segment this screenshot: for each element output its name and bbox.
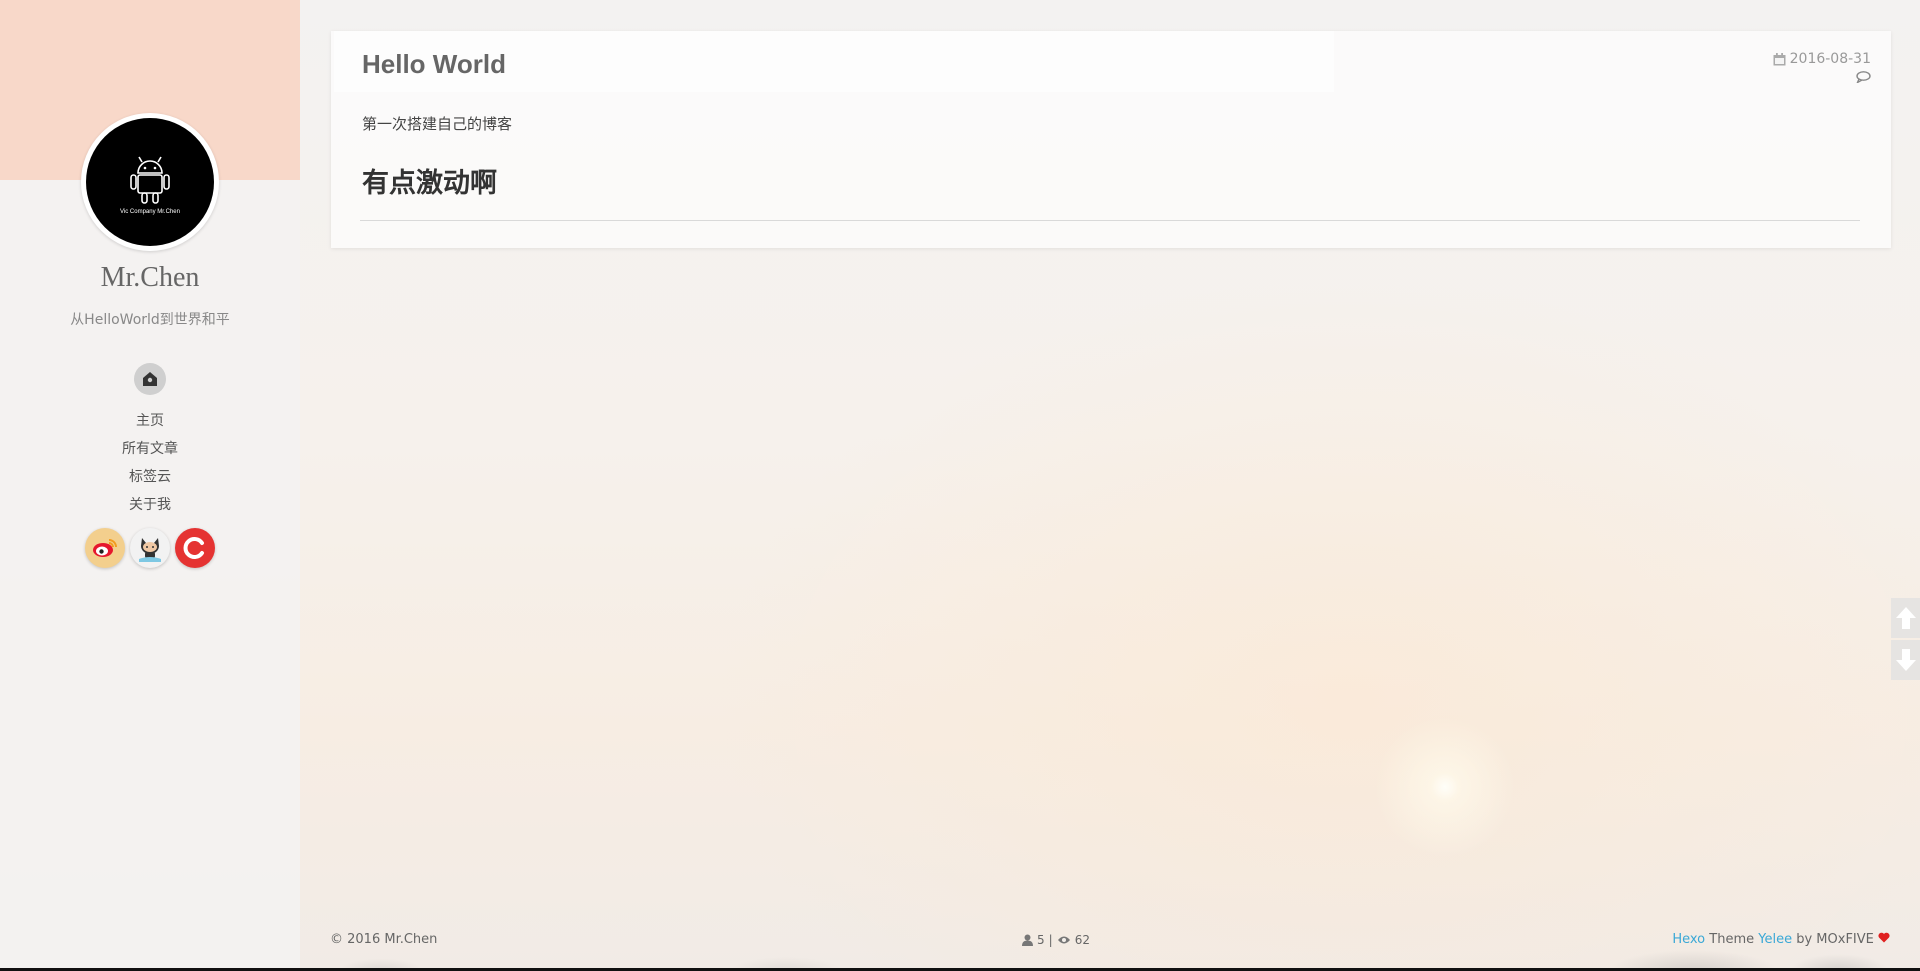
github-button[interactable]	[130, 528, 170, 568]
weibo-icon	[93, 539, 117, 557]
credit-theme-text: Theme	[1709, 932, 1755, 947]
hexo-link[interactable]: Hexo	[1672, 932, 1705, 947]
github-icon	[139, 538, 161, 562]
csdn-button[interactable]	[175, 528, 215, 568]
scroll-to-bottom-button[interactable]	[1891, 640, 1920, 680]
weibo-button[interactable]	[85, 528, 125, 568]
nav-item-tag-cloud[interactable]: 标签云	[0, 466, 300, 494]
post-title[interactable]: Hello World	[362, 49, 506, 80]
arrow-up-icon	[1895, 607, 1916, 629]
site-description: 从HelloWorld到世界和平	[70, 312, 230, 328]
nav-item-all-posts[interactable]: 所有文章	[0, 438, 300, 466]
calendar-icon	[1773, 52, 1786, 65]
arrow-down-icon	[1895, 649, 1916, 671]
stats-separator: |	[1048, 933, 1053, 947]
footer-stats: 5 | 62	[1022, 933, 1090, 947]
post-intro: 第一次搭建自己的博客	[362, 115, 513, 133]
footer-credit: Hexo Theme Yelee by MOxFIVE	[1672, 932, 1890, 947]
scroll-to-top-button[interactable]	[1891, 598, 1920, 638]
heart-icon	[1878, 932, 1890, 943]
site-name[interactable]: Mr.Chen	[0, 262, 300, 294]
post-card: Hello World 2016-08-31 第一次搭建自己的博客 有点激动啊	[331, 31, 1891, 248]
scroll-buttons	[1891, 598, 1920, 682]
post-divider	[360, 220, 1860, 221]
csdn-icon	[183, 537, 204, 559]
view-count: 62	[1074, 933, 1090, 947]
post-date: 2016-08-31	[1773, 51, 1871, 67]
social-links	[85, 528, 215, 568]
avatar-caption: Vic Company Mr.Chen	[120, 209, 180, 215]
visitor-count: 5	[1037, 933, 1045, 947]
post-heading: 有点激动啊	[362, 168, 497, 199]
sidebar-nav: 主页 所有文章 标签云 关于我	[0, 410, 300, 522]
eye-icon	[1057, 936, 1070, 944]
user-icon	[1022, 934, 1033, 946]
android-icon	[130, 156, 170, 204]
post-date-text: 2016-08-31	[1789, 51, 1871, 67]
nav-item-about[interactable]: 关于我	[0, 494, 300, 522]
nav-item-home[interactable]: 主页	[0, 410, 300, 438]
sidebar: Vic Company Mr.Chen Mr.Chen 从HelloWorld到…	[0, 0, 300, 971]
footer-copyright: © 2016 Mr.Chen	[330, 932, 438, 947]
credit-by-text: by MOxFIVE	[1796, 932, 1874, 947]
home-icon[interactable]	[134, 363, 166, 395]
post-meta: 2016-08-31	[1773, 51, 1871, 83]
footer: © 2016 Mr.Chen 5 | 62 Hexo Theme Yelee b…	[330, 932, 1890, 952]
comment-icon[interactable]	[1856, 71, 1871, 83]
yelee-link[interactable]: Yelee	[1758, 932, 1792, 947]
avatar-image: Vic Company Mr.Chen	[86, 118, 214, 246]
avatar[interactable]: Vic Company Mr.Chen	[81, 113, 219, 251]
